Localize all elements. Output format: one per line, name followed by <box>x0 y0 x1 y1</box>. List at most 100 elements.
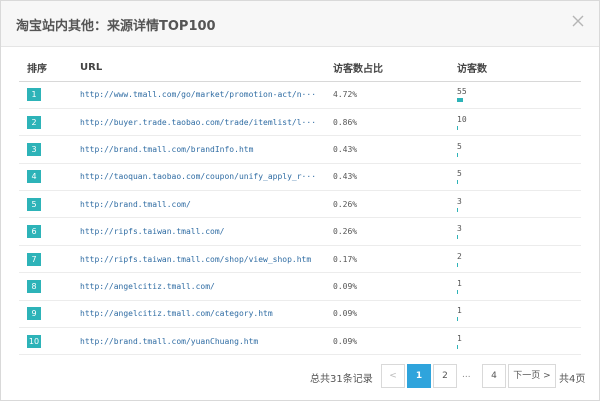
rank-badge: 2 <box>27 115 41 129</box>
source-url-link[interactable]: http://ripfs.taiwan.tmall.com/shop/view_… <box>80 255 318 264</box>
visitor-share-value: 0.43% <box>333 172 358 182</box>
table-row: 1 http://www.tmall.com/go/market/promotio… <box>19 81 581 109</box>
visitor-share-value: 0.09% <box>333 336 358 346</box>
visitor-share-value: 0.17% <box>333 254 358 264</box>
total-pages: 共4页 <box>559 374 586 385</box>
url-cell: http://angelcitiz.tmall.com/category.htm <box>71 300 325 329</box>
source-url-link[interactable]: http://taoquan.taobao.com/coupon/unify_a… <box>80 172 318 181</box>
visitors-value: 1 <box>457 278 462 288</box>
source-detail-dialog: 淘宝站内其他：来源详情TOP100 排序 URL 访客数占比 访客数 1 http… <box>0 0 600 401</box>
visitors-cell: 10 <box>449 108 581 137</box>
page-1-button[interactable]: 1 <box>407 364 431 388</box>
visitors-cell: 2 <box>449 245 581 274</box>
page-4-button[interactable]: 4 <box>482 364 506 388</box>
url-cell: http://buyer.trade.taobao.com/trade/item… <box>71 108 325 137</box>
visitors-bar <box>457 289 458 294</box>
visitors-bar <box>457 262 458 267</box>
pagination-ellipsis: ... <box>462 370 471 380</box>
visitors-bar <box>457 344 458 349</box>
source-url-link[interactable]: http://www.tmall.com/go/market/promotion… <box>80 90 318 99</box>
rank-badge: 4 <box>27 170 41 184</box>
visitor-share-value: 0.09% <box>333 309 358 319</box>
rank-cell: 8 <box>19 272 71 301</box>
table-row: 10 http://brand.tmall.com/yuanChuang.htm 0… <box>19 327 581 356</box>
visitor-share-cell: 0.26% <box>325 190 449 219</box>
rank-cell: 9 <box>19 300 71 329</box>
visitor-share-cell: 0.43% <box>325 163 449 192</box>
visitor-share-cell: 0.86% <box>325 108 449 137</box>
visitors-bar <box>457 235 458 240</box>
table-row: 5 http://brand.tmall.com/0.26% 3 <box>19 190 581 219</box>
close-icon[interactable] <box>569 12 587 30</box>
visitors-cell: 55 <box>449 81 581 109</box>
source-url-link[interactable]: http://brand.tmall.com/ <box>80 200 318 209</box>
visitors-cell: 3 <box>449 217 581 246</box>
header-url: URL <box>71 55 325 82</box>
visitors-value: 2 <box>457 251 462 261</box>
page-2-button[interactable]: 2 <box>433 364 457 388</box>
visitors-value: 10 <box>457 114 467 124</box>
source-url-link[interactable]: http://buyer.trade.taobao.com/trade/item… <box>80 118 318 127</box>
rank-badge: 1 <box>27 88 41 102</box>
visitors-bar <box>457 125 458 130</box>
visitors-cell: 1 <box>449 300 581 329</box>
source-url-link[interactable]: http://brand.tmall.com/yuanChuang.htm <box>80 337 318 346</box>
visitors-bar <box>457 207 458 212</box>
rank-cell: 7 <box>19 245 71 274</box>
rank-badge: 10 <box>27 334 41 348</box>
next-page-button[interactable]: 下一页 > <box>508 364 556 388</box>
visitors-cell: 1 <box>449 327 581 356</box>
visitor-share-cell: 0.26% <box>325 217 449 246</box>
source-url-link[interactable]: http://angelcitiz.tmall.com/ <box>80 282 318 291</box>
table-row: 7 http://ripfs.taiwan.tmall.com/shop/view… <box>19 245 581 274</box>
dialog-title: 淘宝站内其他：来源详情TOP100 <box>16 19 216 34</box>
url-cell: http://taoquan.taobao.com/coupon/unify_a… <box>71 163 325 192</box>
url-cell: http://brand.tmall.com/ <box>71 190 325 219</box>
table-row: 3 http://brand.tmall.com/brandInfo.htm 0.4… <box>19 135 581 164</box>
source-url-link[interactable]: http://angelcitiz.tmall.com/category.htm <box>80 309 318 318</box>
visitors-cell: 5 <box>449 163 581 192</box>
visitor-share-value: 0.26% <box>333 199 358 209</box>
prev-page-button[interactable]: < <box>381 364 405 388</box>
visitors-bar <box>457 317 458 322</box>
visitor-share-cell: 0.09% <box>325 327 449 356</box>
url-cell: http://ripfs.taiwan.tmall.com/shop/view_… <box>71 245 325 274</box>
visitors-cell: 1 <box>449 272 581 301</box>
dialog-header: 淘宝站内其他：来源详情TOP100 <box>1 1 599 47</box>
rank-cell: 10 <box>19 327 71 356</box>
table-row: 8 http://angelcitiz.tmall.com/0.09% 1 <box>19 272 581 301</box>
header-visitor-share: 访客数占比 <box>325 55 449 82</box>
url-cell: http://brand.tmall.com/yuanChuang.htm <box>71 327 325 356</box>
header-rank: 排序 <box>19 55 71 82</box>
visitors-value: 55 <box>457 87 467 97</box>
visitor-share-value: 0.26% <box>333 227 358 237</box>
pagination: 总共31条记录 < 1 2 ... 4 下一页 > 共4页 <box>1 364 600 388</box>
rank-cell: 2 <box>19 108 71 137</box>
visitors-value: 1 <box>457 333 462 343</box>
visitors-bar <box>457 152 458 157</box>
visitors-value: 3 <box>457 224 462 234</box>
visitors-cell: 3 <box>449 190 581 219</box>
visitors-bar <box>457 98 463 103</box>
rank-badge: 8 <box>27 279 41 293</box>
visitor-share-value: 0.86% <box>333 117 358 127</box>
header-visitors: 访客数 <box>449 55 581 82</box>
url-cell: http://www.tmall.com/go/market/promotion… <box>71 81 325 109</box>
source-url-link[interactable]: http://brand.tmall.com/brandInfo.htm <box>80 145 318 154</box>
table-row: 4 http://taoquan.taobao.com/coupon/unify_… <box>19 163 581 192</box>
visitor-share-cell: 4.72% <box>325 81 449 109</box>
table-row: 9 http://angelcitiz.tmall.com/category.ht… <box>19 300 581 329</box>
rank-cell: 5 <box>19 190 71 219</box>
url-cell: http://angelcitiz.tmall.com/ <box>71 272 325 301</box>
visitors-cell: 5 <box>449 135 581 164</box>
visitor-share-value: 0.43% <box>333 144 358 154</box>
url-cell: http://brand.tmall.com/brandInfo.htm <box>71 135 325 164</box>
rank-badge: 6 <box>27 225 41 239</box>
source-url-link[interactable]: http://ripfs.taiwan.tmall.com/ <box>80 227 318 236</box>
rank-badge: 7 <box>27 252 41 266</box>
visitors-bar <box>457 180 458 185</box>
visitor-share-cell: 0.09% <box>325 272 449 301</box>
rank-badge: 5 <box>27 197 41 211</box>
source-table: 排序 URL 访客数占比 访客数 1 http://www.tmall.com/g… <box>19 55 581 356</box>
table-row: 2 http://buyer.trade.taobao.com/trade/ite… <box>19 108 581 137</box>
